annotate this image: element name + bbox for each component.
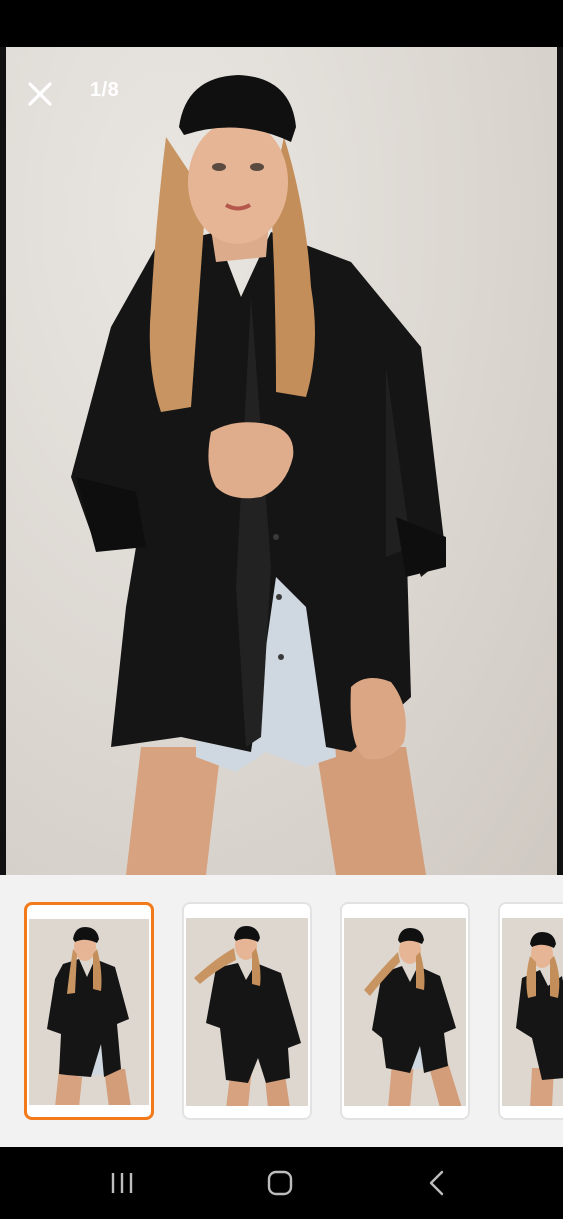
home-button[interactable] [255,1165,305,1201]
thumbnail-image [502,918,563,1106]
thumbnail-image [29,919,149,1105]
back-button[interactable] [412,1165,462,1201]
thumbnail-image [344,918,466,1106]
thumbnail-strip[interactable] [0,875,563,1147]
system-navigation-bar [0,1147,563,1219]
thumbnail-4[interactable] [498,902,563,1120]
product-image[interactable] [6,47,557,875]
home-icon [267,1170,293,1196]
product-photo [71,75,446,875]
thumbnail-image [186,918,308,1106]
recents-button[interactable] [98,1165,148,1201]
status-bar [0,0,563,47]
thumbnail-3[interactable] [340,902,470,1120]
image-counter: 1/8 [90,79,120,101]
thumbnail-1[interactable] [24,902,154,1120]
thumbnail-2[interactable] [182,902,312,1120]
close-icon [28,82,52,106]
back-icon [429,1170,444,1196]
photo-frame-right [557,47,563,875]
close-button[interactable] [22,76,58,112]
recents-icon [111,1173,133,1193]
